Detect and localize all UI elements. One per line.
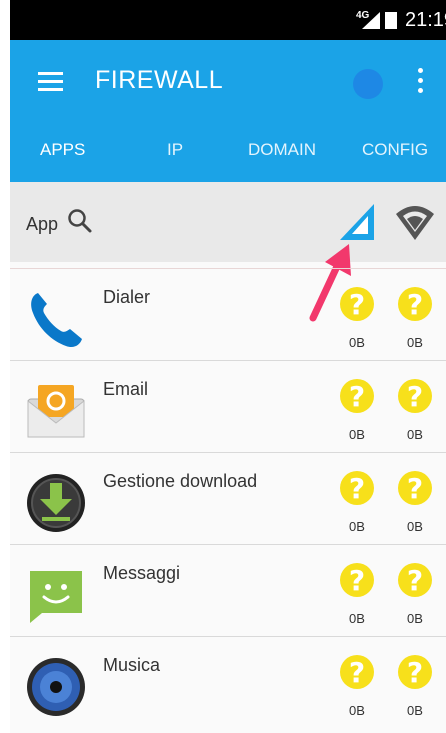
cellular-bytes: 0B bbox=[349, 703, 365, 718]
wifi-status-icon[interactable] bbox=[398, 287, 432, 321]
list-item[interactable]: Dialer 0B 0B bbox=[10, 268, 446, 360]
list-item[interactable]: Musica 0B 0B bbox=[10, 636, 446, 728]
menu-icon[interactable] bbox=[38, 72, 63, 92]
wifi-bytes: 0B bbox=[407, 611, 423, 626]
cellular-status-icon[interactable] bbox=[340, 379, 374, 413]
cellular-status-icon[interactable] bbox=[340, 563, 374, 597]
cellular-bytes: 0B bbox=[349, 611, 365, 626]
clock: 21:19 bbox=[405, 9, 446, 31]
cellular-status-icon[interactable] bbox=[340, 471, 374, 505]
app-name: Gestione download bbox=[103, 471, 258, 491]
app-column-label: App bbox=[26, 214, 59, 234]
wifi-status-icon[interactable] bbox=[398, 655, 432, 689]
battery-icon bbox=[385, 12, 397, 29]
app-list: Dialer 0B 0B Email 0B 0B bbox=[10, 268, 446, 728]
tab-domain[interactable]: DOMAIN bbox=[248, 140, 316, 160]
cellular-status-icon[interactable] bbox=[340, 287, 374, 321]
wifi-column-icon[interactable] bbox=[394, 204, 436, 242]
app-title: FIREWALL bbox=[95, 66, 224, 94]
wifi-bytes: 0B bbox=[407, 703, 423, 718]
messages-icon bbox=[30, 571, 82, 623]
tab-bar: APPS IP DOMAIN CONFIG bbox=[10, 140, 446, 170]
cellular-bytes: 0B bbox=[349, 335, 365, 350]
email-icon bbox=[27, 385, 85, 438]
app-name: Email bbox=[103, 379, 149, 399]
app-name: Dialer bbox=[103, 287, 151, 307]
wifi-status-icon[interactable] bbox=[398, 563, 432, 597]
firewall-toggle[interactable] bbox=[353, 69, 383, 99]
phone-icon bbox=[31, 293, 82, 348]
phone-screen: 4G 21:19 FIREWALL APPS IP DOMAIN CONFIG … bbox=[10, 0, 446, 733]
list-item[interactable]: Email 0B 0B bbox=[10, 360, 446, 452]
cellular-bytes: 0B bbox=[349, 427, 365, 442]
cellular-bytes: 0B bbox=[349, 519, 365, 534]
overflow-menu-icon[interactable] bbox=[418, 68, 424, 94]
wifi-status-icon[interactable] bbox=[398, 379, 432, 413]
app-bar: FIREWALL APPS IP DOMAIN CONFIG bbox=[10, 40, 446, 182]
download-manager-icon bbox=[27, 474, 85, 532]
music-icon bbox=[27, 658, 85, 716]
tab-ip[interactable]: IP bbox=[167, 140, 183, 160]
wifi-bytes: 0B bbox=[407, 519, 423, 534]
list-item[interactable]: Messaggi 0B 0B bbox=[10, 544, 446, 636]
wifi-status-icon[interactable] bbox=[398, 471, 432, 505]
cellular-status-icon[interactable] bbox=[340, 655, 374, 689]
wifi-bytes: 0B bbox=[407, 335, 423, 350]
search-icon[interactable] bbox=[67, 208, 93, 234]
tab-apps[interactable]: APPS bbox=[40, 140, 85, 160]
filter-header: App bbox=[10, 182, 446, 262]
signal-icon bbox=[362, 12, 380, 29]
cellular-column-icon[interactable] bbox=[338, 202, 378, 242]
tab-config[interactable]: CONFIG bbox=[362, 140, 428, 160]
app-name: Messaggi bbox=[103, 563, 181, 583]
app-name: Musica bbox=[103, 655, 161, 675]
list-item[interactable]: Gestione download 0B 0B bbox=[10, 452, 446, 544]
status-bar: 4G 21:19 bbox=[10, 0, 446, 40]
wifi-bytes: 0B bbox=[407, 427, 423, 442]
